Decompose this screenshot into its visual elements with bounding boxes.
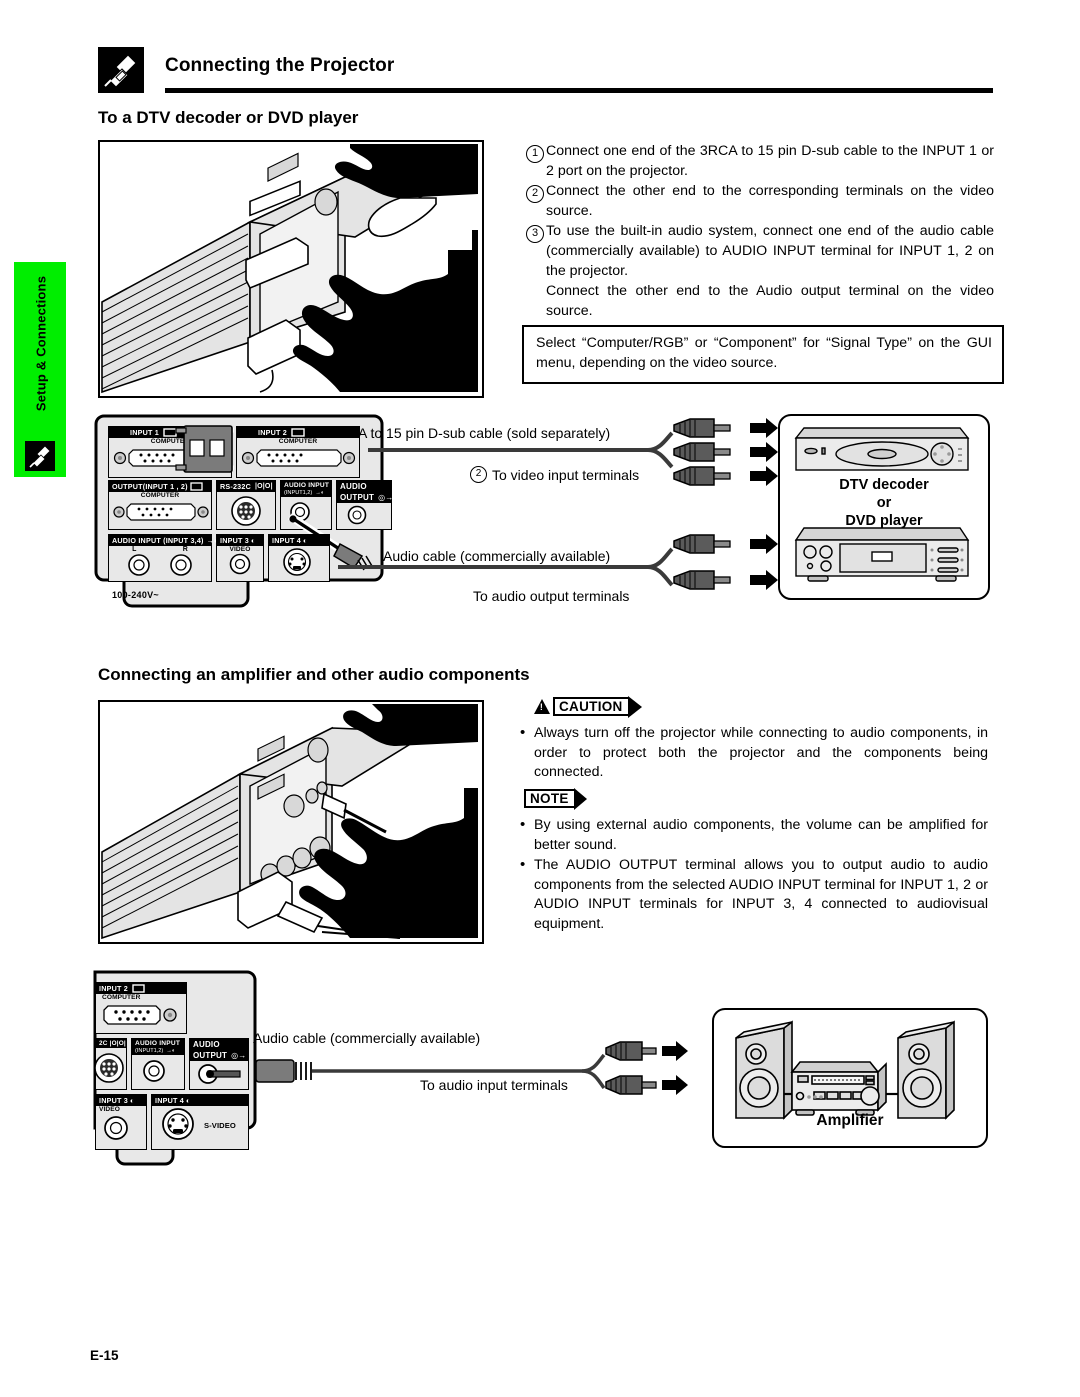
cable-diagram-dtv <box>338 418 778 590</box>
device-label-line3: DVD player <box>845 513 923 529</box>
instruction-step: 2 Connect the other end to the correspon… <box>524 182 994 221</box>
instruction-step: 3 To use the built-in audio system, conn… <box>524 222 994 281</box>
port-label-output: OUTPUT(INPUT 1 , 2) <box>109 481 211 492</box>
terminal-panel-bottom: INPUT 2 COMPUTER 2C |O|O| AUDIO INPUT (IN… <box>93 968 265 1172</box>
port-sublabel-input4-bottom: S-VIDEO <box>204 1120 236 1130</box>
caution-badge: CAUTION <box>534 695 642 718</box>
signal-type-note-box: Select “Computer/RGB” or “Component” for… <box>522 325 1004 385</box>
note-bullet: The AUDIO OUTPUT terminal allows you to … <box>518 855 988 934</box>
side-tab-plug-icon <box>25 441 55 471</box>
page-title: Connecting the Projector <box>165 55 395 76</box>
port-sublabel-input3-bottom: VIDEO <box>99 1106 121 1113</box>
caution-badge-label: CAUTION <box>559 699 623 714</box>
port-label-audio-input-bottom: AUDIO INPUT <box>132 1039 184 1048</box>
badge-arrow-icon <box>627 695 642 718</box>
page-number: E-15 <box>90 1348 119 1363</box>
caution-badge-box: CAUTION <box>553 697 628 716</box>
note-badge: NOTE <box>524 787 587 810</box>
device-box-dtv-dvd: DTV decoder or DVD player <box>778 414 990 600</box>
note-bullet-list: By using external audio components, the … <box>518 815 988 936</box>
instruction-step: 1 Connect one end of the 3RCA to 15 pin … <box>524 142 994 181</box>
note-badge-box: NOTE <box>524 789 574 808</box>
side-tab-label: Setup & Connections <box>33 275 49 412</box>
caution-bullet: Always turn off the projector while conn… <box>518 723 988 783</box>
illustration-connect-audio-cable <box>98 700 484 944</box>
port-label-rs232c: RS-232C |O|O| <box>217 481 275 492</box>
section-title-amplifier: Connecting an amplifier and other audio … <box>98 665 530 684</box>
step-continuation-text: Connect the other end to the Audio outpu… <box>546 283 994 319</box>
port-label-input3-bottom: INPUT 3 ◐ <box>96 1095 146 1106</box>
port-label-input3: INPUT 3 ◐ <box>217 535 263 546</box>
channel-label-l: L <box>132 546 137 553</box>
port-sublabel-output: COMPUTER <box>140 492 180 499</box>
port-label-rs232c-bottom: 2C |O|O| <box>96 1039 126 1048</box>
device-label-amplifier: Amplifier <box>816 1112 884 1129</box>
step-number: 2 <box>524 182 546 221</box>
badge-arrow-icon <box>573 787 587 810</box>
port-label-input4-bottom: INPUT 4 ◐ <box>152 1095 248 1106</box>
device-box-amplifier: Amplifier <box>712 1008 988 1148</box>
section-title-dtv: To a DTV decoder or DVD player <box>98 108 359 127</box>
cable-diagram-amplifier <box>255 1041 688 1095</box>
step-number: 3 <box>524 222 546 281</box>
dsub-plug-connector <box>175 425 234 473</box>
port-label-audio-input-34: AUDIO INPUT (INPUT 3,4) →◐ <box>109 535 218 546</box>
note-badge-label: NOTE <box>530 791 569 806</box>
illustration-connect-dsub-cable <box>98 140 484 398</box>
channel-label-r: R <box>182 546 188 553</box>
warning-triangle-icon <box>534 699 550 714</box>
step-text: Connect the other end to the correspondi… <box>546 183 994 219</box>
port-sublabel-input2-bottom: COMPUTER <box>102 994 141 1001</box>
port-sublabel-input3: VIDEO <box>229 546 251 553</box>
signal-type-note-text: Select “Computer/RGB” or “Component” for… <box>536 335 992 371</box>
header-divider <box>165 88 993 93</box>
port-label-audio-output-bottom: AUDIO <box>190 1039 248 1050</box>
step-number: 1 <box>524 142 546 181</box>
caution-bullet-list: Always turn off the projector while conn… <box>518 723 988 784</box>
port-sublabel-audio-input-bottom: (INPUT1,2) →◐ <box>132 1048 184 1055</box>
step-text: Connect one end of the 3RCA to 15 pin D-… <box>546 143 994 179</box>
port-label-input2-bottom: INPUT 2 <box>96 983 186 994</box>
note-bullet: By using external audio components, the … <box>518 815 988 855</box>
port-label-audio-output2-bottom: OUTPUT ◎→ <box>190 1050 248 1061</box>
instruction-list: 1 Connect one end of the 3RCA to 15 pin … <box>524 142 994 321</box>
side-tab-setup-connections: Setup & Connections <box>14 262 66 477</box>
step-text: To use the built-in audio system, connec… <box>546 223 994 279</box>
voltage-label: 100-240V~ <box>112 590 159 600</box>
device-label-line1: DTV decoder <box>839 477 929 493</box>
header-plug-icon <box>98 47 144 93</box>
device-label-line2: or <box>876 495 892 511</box>
